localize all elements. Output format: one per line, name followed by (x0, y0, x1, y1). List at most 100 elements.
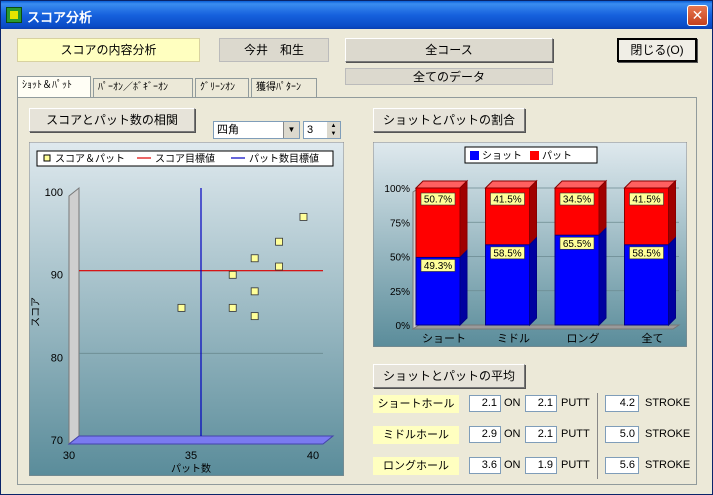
bar-shot-side-2 (598, 227, 607, 327)
shot-putt-average-button[interactable]: ショットとパットの平均 (373, 364, 525, 388)
average-putt-label-1: PUTT (561, 428, 590, 440)
shot-putt-ratio-button[interactable]: ショットとパットの割合 (373, 108, 525, 132)
tab-earn-pattern[interactable]: 獲得ﾊﾟﾀｰﾝ (251, 78, 317, 97)
course-button[interactable]: 全コース (345, 38, 553, 62)
average-stroke-label-2: STROKE (645, 459, 691, 471)
average-stroke-value-1: 5.0 (605, 426, 639, 443)
average-putt-label-2: PUTT (561, 459, 590, 471)
bar-label-shot-2: 65.5% (563, 239, 591, 250)
x-axis-label: パット数 (171, 462, 211, 475)
bar-category-3: 全て (642, 331, 664, 345)
score-putt-correlation-button[interactable]: スコアとパット数の相関 (29, 108, 195, 132)
app-icon (6, 7, 22, 23)
scatter-point-1 (228, 270, 237, 279)
marker-shape-select[interactable]: 四角 ▼ (213, 121, 300, 139)
bar-y-tick-1: 25% (390, 287, 410, 298)
bar-putt-top-0 (414, 180, 469, 189)
stepper-down-icon[interactable]: ▼ (327, 130, 340, 138)
bar-floor (411, 324, 681, 330)
bar-y-tick-4: 100% (384, 184, 410, 195)
average-on-label-0: ON (504, 397, 521, 409)
bar-putt-side-2 (598, 179, 607, 237)
y-tick-label-0: 70 (51, 435, 63, 447)
bar-putt-side-3 (668, 179, 676, 247)
average-stroke-label-0: STROKE (645, 397, 691, 409)
average-stroke-label-1: STROKE (645, 428, 691, 440)
tab-shot-putt[interactable]: ｼｮｯﾄ＆ﾊﾟｯﾄ (17, 76, 91, 97)
average-row-label-0: ショートホール (373, 395, 459, 413)
scatter-point-8 (299, 213, 308, 221)
scatter-point-4 (250, 287, 259, 296)
bar-putt-top-3 (623, 180, 677, 189)
averages-divider (597, 393, 598, 479)
legend-label-points: スコア＆パット (55, 153, 125, 165)
stepper-up-icon[interactable]: ▲ (327, 122, 340, 130)
y-tick-label-1: 80 (51, 352, 63, 364)
chevron-down-icon[interactable]: ▼ (283, 122, 299, 138)
bar-label-putt-1: 41.5% (493, 195, 521, 206)
tab-green-on[interactable]: ｸﾞﾘｰﾝｵﾝ (195, 78, 249, 97)
window-title: スコア分析 (27, 10, 93, 25)
bar-label-putt-3: 41.5% (632, 195, 660, 206)
average-stroke-value-0: 4.2 (605, 395, 639, 412)
scatter-point-7 (275, 262, 283, 271)
data-scope-label: 全てのデータ (345, 68, 553, 85)
average-on-value-0: 2.1 (469, 395, 501, 412)
bar-putt-side-0 (459, 179, 468, 259)
bar-label-putt-2: 34.5% (563, 195, 591, 206)
stacked-bar-chart: ショット パット 0% 25% 50% 75% 100% 50.7% 49.3% ショート 41.5… (373, 142, 687, 347)
average-putt-value-2: 1.9 (525, 457, 557, 474)
scatter-point-2 (228, 303, 237, 312)
y-tick-label-2: 90 (51, 270, 63, 282)
bar-label-shot-1: 58.5% (493, 248, 521, 259)
bar-y-tick-3: 75% (390, 218, 410, 229)
average-row-label-1: ミドルホール (373, 426, 459, 444)
average-putt-value-1: 2.1 (525, 426, 557, 443)
bar-label-shot-0: 49.3% (424, 261, 452, 272)
legend-swatch-putt (530, 151, 539, 160)
close-button[interactable]: 閉じる(O) (617, 38, 697, 62)
average-on-value-1: 2.9 (469, 426, 501, 443)
marker-size-stepper[interactable]: 3 ▲ ▼ (303, 121, 341, 139)
average-on-label-1: ON (504, 428, 521, 440)
marker-size-value: 3 (307, 124, 314, 136)
scatter-point-5 (250, 312, 259, 321)
average-putt-value-0: 2.1 (525, 395, 557, 412)
bar-shot-side-3 (668, 236, 676, 327)
legend-marker-points (43, 154, 51, 162)
average-putt-label-0: PUTT (561, 397, 590, 409)
bar-category-0: ショート (422, 333, 466, 345)
tab-paron-bogeyon[interactable]: ﾊﾟｰｵﾝ／ﾎﾞｷﾞｰｵﾝ (93, 78, 193, 97)
marker-shape-value: 四角 (217, 124, 239, 136)
scatter-floor (67, 435, 335, 445)
bar-category-2: ロング (567, 331, 600, 345)
bar-putt-top-1 (484, 180, 538, 189)
bar-label-putt-0: 50.7% (424, 195, 452, 206)
bar-y-tick-0: 0% (396, 321, 411, 332)
legend-label-putt-target: パット数目標値 (249, 152, 319, 165)
bar-category-1: ミドル (497, 333, 530, 345)
average-on-value-2: 3.6 (469, 457, 501, 474)
average-row-label-2: ロングホール (373, 457, 459, 475)
analysis-label: スコアの内容分析 (17, 38, 200, 62)
score-analysis-window: スコア分析 ✕ スコアの内容分析 今井 和生 全コース 全てのデータ 閉じる(O… (0, 0, 713, 495)
y-axis-label: スコア (31, 297, 42, 327)
average-on-label-2: ON (504, 459, 521, 471)
bar-label-shot-3: 58.5% (632, 248, 660, 259)
bar-putt-side-1 (529, 179, 537, 247)
legend-label-putt: パット (542, 150, 572, 162)
bar-shot-side-1 (529, 236, 537, 327)
title-bar: スコア分析 ✕ (1, 1, 712, 29)
legend-swatch-shot (470, 151, 479, 160)
scatter-point-0 (177, 303, 186, 312)
scatter-point-3 (250, 254, 259, 263)
legend-label-shot: ショット (482, 151, 522, 162)
x-tick-label-1: 35 (185, 450, 197, 462)
scatter-left-wall (68, 186, 80, 446)
x-tick-label-2: 40 (307, 450, 319, 462)
bar-shot-side-0 (459, 249, 468, 327)
close-icon[interactable]: ✕ (687, 5, 708, 26)
average-stroke-value-2: 5.6 (605, 457, 639, 474)
bar-y-tick-2: 50% (390, 253, 410, 264)
legend-label-score-target: スコア目標値 (155, 152, 215, 165)
